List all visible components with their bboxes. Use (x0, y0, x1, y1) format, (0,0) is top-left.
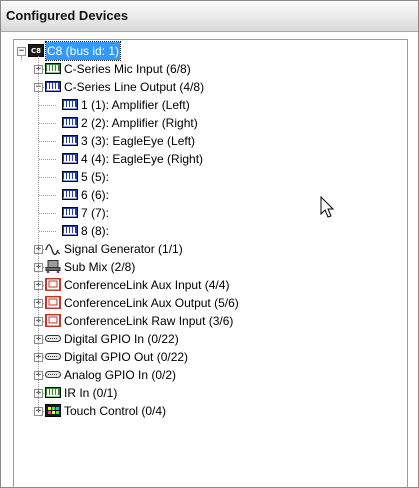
tree-node-label: Touch Control (0/4) (64, 404, 167, 418)
tree-node-10[interactable]: + IR In (0/1) (14, 384, 404, 402)
tree-node-1-5[interactable]: 6 (6): (14, 186, 404, 204)
tree-node-root[interactable]: − C8 C8 (bus id: 1) (14, 41, 404, 61)
blue-channel-icon (62, 207, 78, 218)
tree-node-label: 7 (7): (81, 206, 110, 220)
blue-channel-icon (45, 81, 61, 92)
tree-node-label: Analog GPIO In (0/2) (64, 368, 177, 382)
collapse-icon[interactable]: − (17, 47, 26, 56)
panel-title: Configured Devices (6, 8, 129, 23)
tree-node-0[interactable]: + C-Series Mic Input (6/8) (14, 60, 404, 78)
tree-node-label: 6 (6): (81, 188, 110, 202)
tree-node-label: 8 (8): (81, 224, 110, 238)
conferencelink-icon (45, 314, 61, 327)
green-channel-icon (45, 387, 61, 398)
tree-node-label: IR In (0/1) (64, 386, 118, 400)
tree-node-1-3[interactable]: 4 (4): EagleEye (Right) (14, 150, 404, 168)
blue-channel-icon (62, 153, 78, 164)
blue-channel-icon (62, 225, 78, 236)
waveform-icon (45, 244, 61, 255)
tree-node-11[interactable]: + Touch Control (0/4) (14, 402, 404, 420)
tree-node-label: C-Series Mic Input (6/8) (64, 62, 191, 76)
tree-node-1-6[interactable]: 7 (7): (14, 204, 404, 222)
blue-channel-icon (62, 171, 78, 182)
tree-node-label: C8 (bus id: 1) (44, 41, 122, 61)
tree-node-label: C-Series Line Output (4/8) (64, 80, 205, 94)
tree-node-6[interactable]: + ConferenceLink Raw Input (3/6) (14, 312, 404, 330)
tree-node-label: Sub Mix (2/8) (64, 260, 136, 274)
green-channel-icon (45, 63, 61, 74)
tree-node-label: 5 (5): (81, 170, 110, 184)
tree-node-8[interactable]: + Digital GPIO Out (0/22) (14, 348, 404, 366)
conferencelink-icon (45, 296, 61, 309)
tree-node-3[interactable]: + Sub Mix (2/8) (14, 258, 404, 276)
blue-channel-icon (62, 99, 78, 110)
tree-node-label: 4 (4): EagleEye (Right) (81, 152, 204, 166)
tree-node-1-1[interactable]: 2 (2): Amplifier (Right) (14, 114, 404, 132)
tree-node-label: Signal Generator (1/1) (64, 242, 183, 256)
tree-node-1-0[interactable]: 1 (1): Amplifier (Left) (14, 96, 404, 114)
mouse-pointer-icon (320, 196, 335, 218)
tree-node-label: ConferenceLink Aux Input (4/4) (64, 278, 230, 292)
touch-control-icon (45, 404, 61, 417)
panel-header: Configured Devices (1, 1, 418, 32)
tree-node-label: Digital GPIO Out (0/22) (64, 350, 189, 364)
tree-node-1-2[interactable]: 3 (3): EagleEye (Left) (14, 132, 404, 150)
tree-node-label: ConferenceLink Aux Output (5/6) (64, 296, 239, 310)
gpio-connector-icon (45, 353, 61, 360)
gpio-connector-icon (45, 371, 61, 378)
tree-node-label: 3 (3): EagleEye (Left) (81, 134, 196, 148)
blue-channel-icon (62, 189, 78, 200)
conferencelink-icon (45, 278, 61, 291)
tree-node-1-7[interactable]: 8 (8): (14, 222, 404, 240)
c8-device-icon: C8 (28, 44, 44, 57)
tree-node-label: 1 (1): Amplifier (Left) (81, 98, 190, 112)
submix-icon (45, 260, 61, 273)
tree-node-label: Digital GPIO In (0/22) (64, 332, 179, 346)
blue-channel-icon (62, 135, 78, 146)
tree-node-label: 2 (2): Amplifier (Right) (81, 116, 198, 130)
configured-devices-panel: Configured Devices − C8 C8 (bus id: 1) + C… (0, 0, 419, 488)
tree-node-1-4[interactable]: 5 (5): (14, 168, 404, 186)
tree-node-7[interactable]: + Digital GPIO In (0/22) (14, 330, 404, 348)
svg-text:C8: C8 (31, 47, 41, 55)
tree-node-2[interactable]: + Signal Generator (1/1) (14, 240, 404, 258)
tree-node-4[interactable]: + ConferenceLink Aux Input (4/4) (14, 276, 404, 294)
blue-channel-icon (62, 117, 78, 128)
gpio-connector-icon (45, 335, 61, 342)
tree-node-1[interactable]: − C-Series Line Output (4/8) (14, 78, 404, 96)
tree-node-label: ConferenceLink Raw Input (3/6) (64, 314, 234, 328)
device-tree[interactable]: − C8 C8 (bus id: 1) + C-Series Mic Input (… (13, 39, 408, 487)
tree-node-5[interactable]: + ConferenceLink Aux Output (5/6) (14, 294, 404, 312)
tree-node-9[interactable]: + Analog GPIO In (0/2) (14, 366, 404, 384)
